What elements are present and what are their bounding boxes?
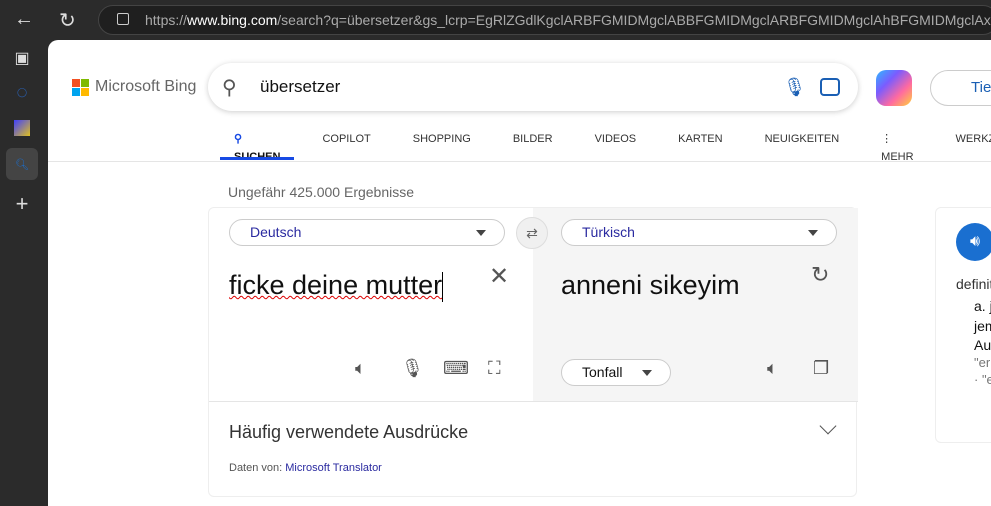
tab-neuigkeiten[interactable]: NEUIGKEITEN (751, 130, 854, 160)
target-language-select[interactable]: Türkisch (561, 219, 837, 246)
browser-toolbar: ← ↻ https://www.bing.com/search?q=überse… (0, 0, 991, 40)
swap-languages-button[interactable]: ⇄ (516, 217, 548, 249)
lock-icon (117, 13, 129, 25)
tab-search-active[interactable]: 🔍︎ (6, 148, 38, 180)
search-tabs: ⚲ SUCHEN COPILOT SHOPPING BILDER VIDEOS … (220, 130, 991, 163)
target-pane: Türkisch anneni sikeyim ↻ Tonfall 🔈︎ ❐ (533, 208, 858, 401)
results-count: Ungefähr 425.000 Ergebnisse (228, 184, 415, 200)
address-bar[interactable]: https://www.bing.com/search?q=übersetzer… (98, 5, 991, 35)
clear-icon[interactable]: ✕ (489, 262, 509, 291)
copilot-icon[interactable] (876, 70, 912, 106)
translation-output: anneni sikeyim (561, 270, 740, 300)
chevron-down-icon[interactable] (819, 417, 837, 435)
visual-search-icon[interactable] (820, 78, 840, 96)
search-box[interactable]: ⚲ übersetzer 🎙︎ (208, 63, 858, 111)
microsoft-logo-icon (72, 78, 89, 96)
speaker-icon[interactable]: 🔈︎ (355, 358, 366, 379)
copy-icon[interactable]: ❐ (813, 358, 829, 379)
bing-page: Microsoft Bing ⚲ übersetzer 🎙︎ Tie ⚲ SUC… (48, 40, 991, 506)
tab-bing[interactable]: ◯ (6, 76, 38, 108)
source-language-select[interactable]: Deutsch (229, 219, 505, 246)
tab-suchen[interactable]: ⚲ SUCHEN (220, 130, 295, 163)
refresh-icon[interactable]: ↻ (811, 262, 829, 288)
translator-card: Deutsch ficke deine mutter ✕ 🔈︎ 🎙︎ ⌨︎ ⛶ … (208, 207, 858, 497)
keyboard-icon[interactable]: ⌨︎ (443, 358, 469, 379)
search-input[interactable]: übersetzer (260, 77, 340, 97)
tab-shopping[interactable]: SHOPPING (399, 130, 485, 160)
back-icon[interactable]: ← (14, 8, 34, 31)
tab-mehr[interactable]: ⋮ MEHR (867, 130, 927, 163)
tab-copilot[interactable]: COPILOT (308, 130, 384, 160)
data-source: Daten von: Microsoft Translator (229, 462, 382, 474)
bing-logo[interactable]: Microsoft Bing (72, 78, 196, 96)
tab-werkzeuge[interactable]: WERKZEU (942, 130, 991, 160)
vertical-tabs-sidebar: ▣ ◯ 🔍︎ + (0, 40, 48, 506)
microphone-icon[interactable]: 🎙︎ (401, 358, 424, 379)
tab-bilder[interactable]: BILDER (499, 130, 567, 160)
tab-karten[interactable]: KARTEN (664, 130, 736, 160)
speaker-icon[interactable]: 🔈︎ (767, 358, 778, 379)
source-text-input[interactable]: ficke deine mutter (229, 270, 444, 302)
common-phrases-toggle[interactable]: Häufig verwendete Ausdrücke (229, 422, 468, 443)
tab-image[interactable] (6, 112, 38, 144)
search-icon: ⚲ (234, 133, 243, 145)
tone-select[interactable]: Tonfall (561, 359, 671, 386)
divider (209, 401, 858, 402)
tab-panel-icon[interactable]: ▣ (6, 42, 38, 74)
microphone-icon[interactable]: 🎙︎ (783, 77, 806, 98)
deep-search-button[interactable]: Tie (930, 70, 991, 106)
tab-videos[interactable]: VIDEOS (581, 130, 651, 160)
refresh-icon[interactable]: ↻ (59, 8, 76, 33)
dictionary-card: 🔊︎ definit a. j jem Au "er · "e (935, 207, 991, 443)
speaker-icon[interactable]: 🔊︎ (956, 223, 991, 261)
microsoft-translator-link[interactable]: Microsoft Translator (285, 462, 382, 474)
divider (48, 161, 991, 162)
new-tab-icon[interactable]: + (6, 188, 38, 220)
source-pane: Deutsch ficke deine mutter ✕ 🔈︎ 🎙︎ ⌨︎ ⛶ (209, 208, 533, 401)
search-icon[interactable]: ⚲ (222, 75, 237, 100)
camera-icon[interactable]: ⛶ (488, 358, 501, 379)
